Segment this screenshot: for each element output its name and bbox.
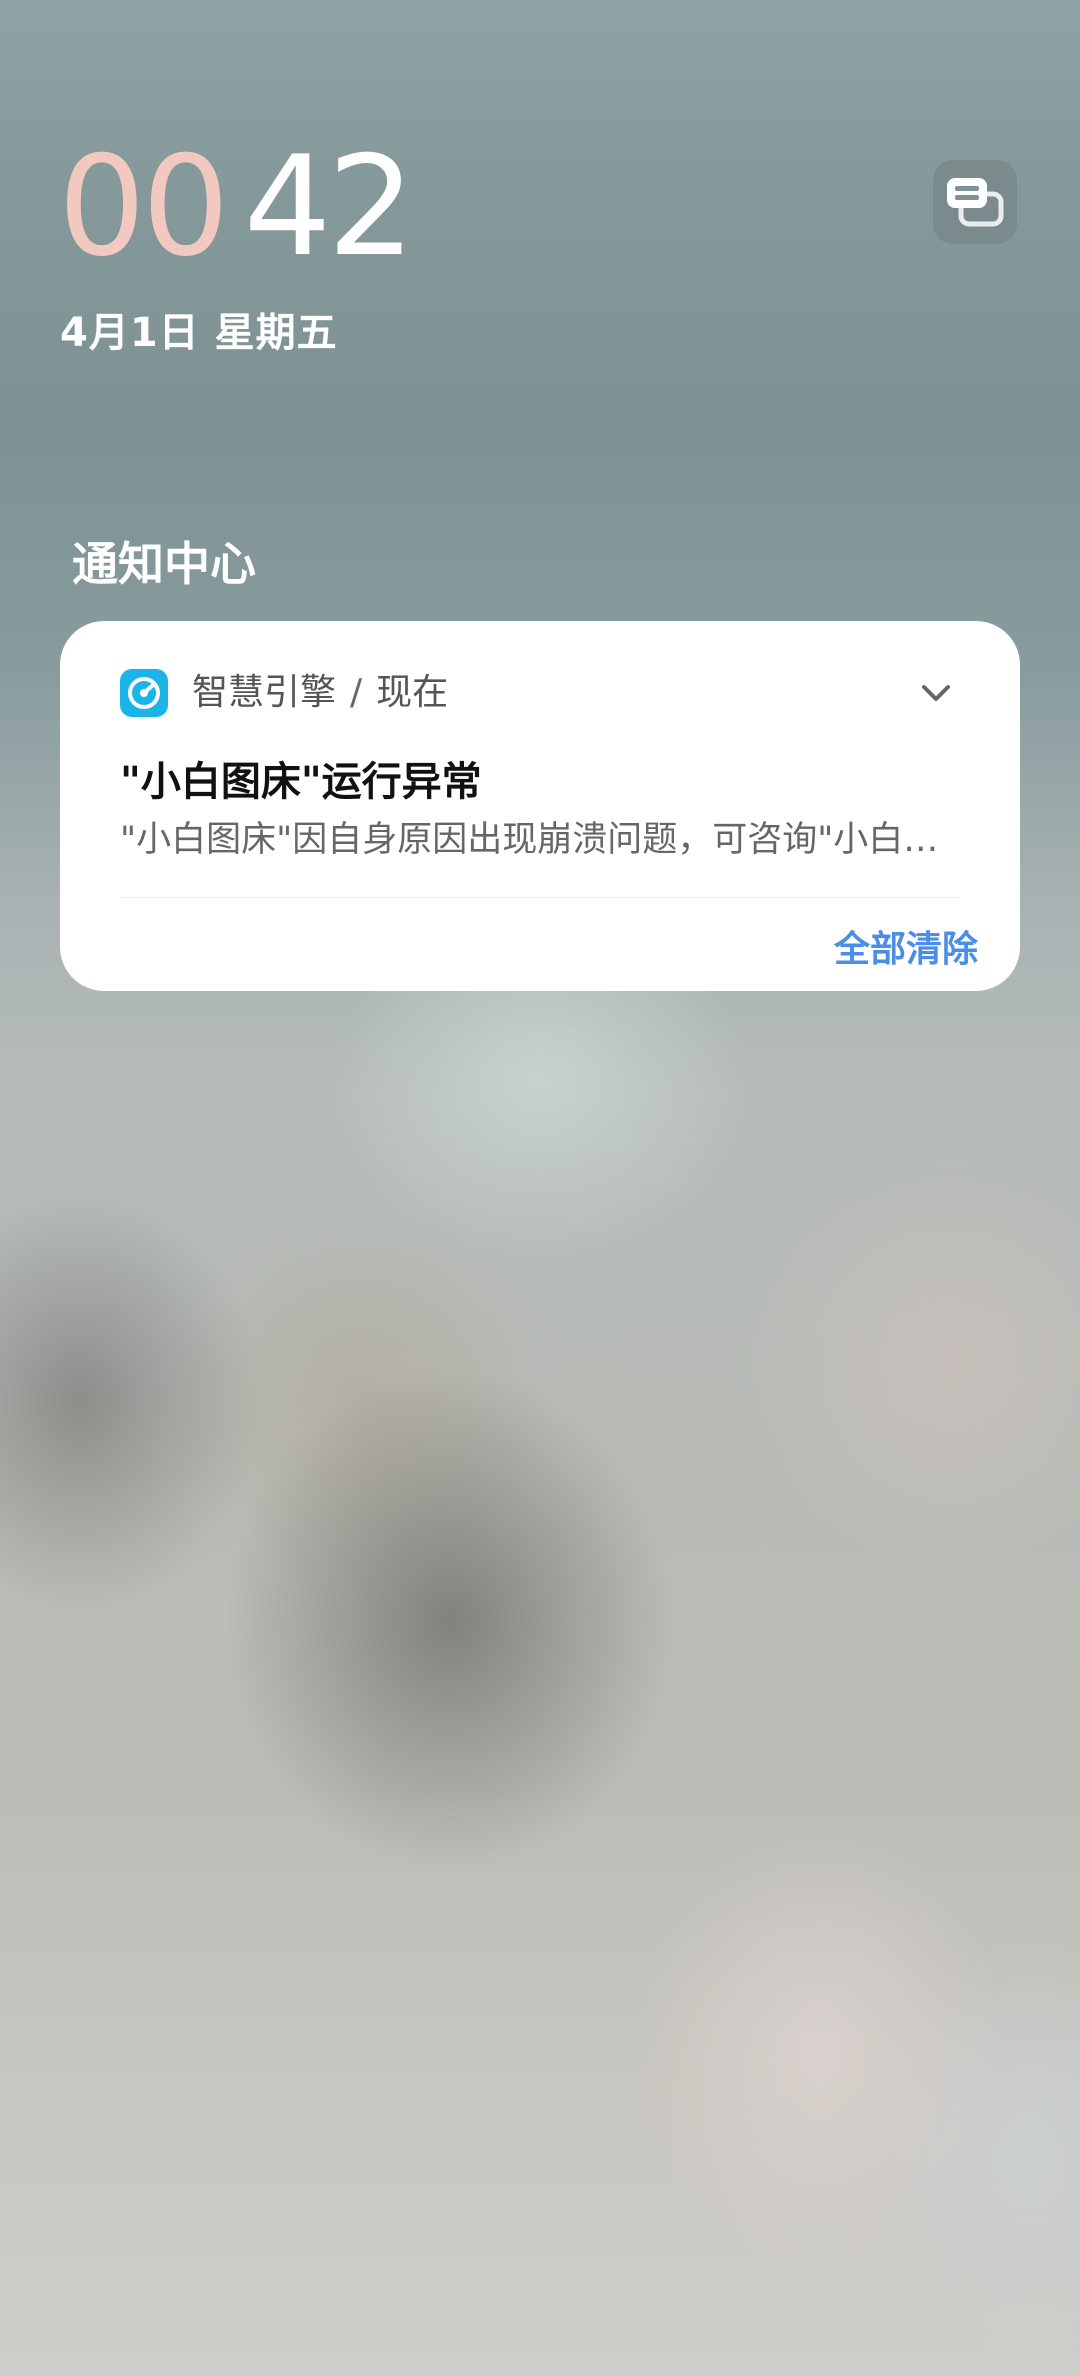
gauge-icon <box>120 669 168 717</box>
app-name: 智慧引擎 <box>192 672 337 713</box>
card-divider <box>120 897 960 898</box>
notification-time: 现在 <box>376 672 449 713</box>
header-separator: / <box>350 672 363 713</box>
clock-hours: 00 <box>58 126 230 287</box>
notification-header: 智慧引擎 / 现在 <box>192 669 448 717</box>
clear-all-button[interactable]: 全部清除 <box>834 920 978 972</box>
expand-button[interactable] <box>908 665 964 721</box>
clock-minutes: 42 <box>243 126 416 287</box>
stacked-cards-icon <box>947 178 1004 227</box>
notification-center-title: 通知中心 <box>72 537 256 591</box>
date-label: 4月1日 星期五 <box>60 310 338 356</box>
stacked-cards-button[interactable] <box>933 160 1017 244</box>
notification-body: "小白图床"因自身原因出现崩溃问题，可咨询"小白… <box>120 820 939 860</box>
notification-title: "小白图床"运行异常 <box>120 759 482 805</box>
notification-card[interactable]: 智慧引擎 / 现在 "小白图床"运行异常 "小白图床"因自身原因出现崩溃问题，可咨询… <box>60 621 1020 991</box>
clock: 00 42 <box>58 138 415 276</box>
chevron-down-icon <box>922 685 950 701</box>
